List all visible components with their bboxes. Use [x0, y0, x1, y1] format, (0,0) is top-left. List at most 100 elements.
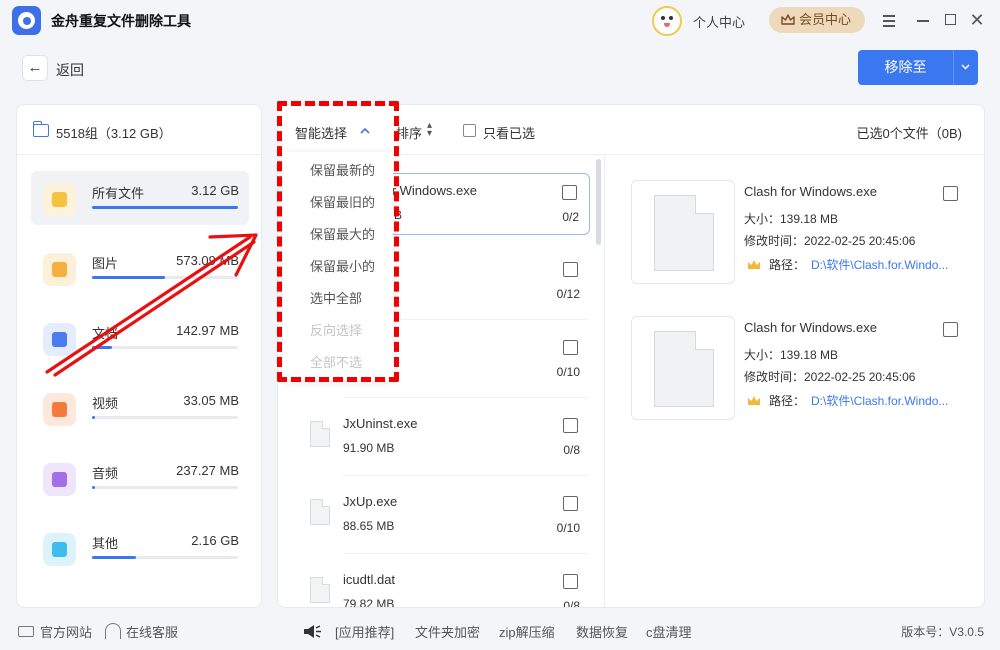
- file-selected-count: 0/10: [556, 365, 580, 379]
- app-title: 金舟重复文件删除工具: [51, 13, 191, 29]
- file-thumbnail: [631, 316, 735, 420]
- path-label: 路径：: [769, 258, 806, 272]
- file-checkbox[interactable]: [563, 574, 578, 589]
- monitor-icon: [18, 626, 34, 637]
- file-group-item[interactable]: icudtl.dat 79.82 MB 0/8: [298, 563, 590, 608]
- file-path-link[interactable]: D:\软件\Clash.for.Windo...: [811, 392, 948, 409]
- group-title: 5518组（3.12 GB）: [56, 126, 172, 141]
- only-selected-checkbox[interactable]: [463, 124, 476, 137]
- speaker-icon: [304, 625, 321, 638]
- scrollbar[interactable]: [596, 159, 601, 245]
- category-item[interactable]: 所有文件 3.12 GB: [31, 171, 249, 225]
- file-size: 88.65 MB: [343, 519, 395, 533]
- duplicate-file-card[interactable]: Clash for Windows.exe 大小：139.18 MB 修改时间：20…: [631, 180, 971, 285]
- category-size: 2.16 GB: [191, 533, 239, 548]
- minimize-icon[interactable]: [913, 10, 933, 30]
- audio-icon: [43, 463, 76, 496]
- app-logo-icon: [12, 6, 41, 35]
- file-checkbox[interactable]: [563, 262, 578, 277]
- selected-count: 已选0个文件（0B): [856, 126, 962, 141]
- detail-file-size: 大小：139.18 MB: [744, 212, 839, 226]
- file-group-item[interactable]: JxUp.exe 88.65 MB 0/10: [298, 485, 590, 554]
- category-progress: [92, 206, 238, 209]
- title-bar: 金舟重复文件删除工具 个人中心 会员中心 ✕: [0, 0, 1000, 40]
- footer-link-c-drive-clean[interactable]: c盘清理: [646, 622, 692, 641]
- avatar[interactable]: [652, 6, 682, 36]
- category-progress: [92, 556, 238, 559]
- file-name: icudtl.dat: [343, 572, 396, 587]
- back-label[interactable]: 返回: [56, 60, 84, 80]
- move-to-button[interactable]: 移除至: [858, 50, 978, 85]
- file-checkbox[interactable]: [943, 186, 958, 201]
- file-icon: [310, 499, 330, 525]
- sort-arrows-icon[interactable]: ▴ ▾: [427, 121, 432, 139]
- category-name: 所有文件: [92, 186, 145, 201]
- category-item[interactable]: 其他 2.16 GB: [31, 521, 249, 575]
- row-divider: [343, 397, 588, 398]
- personal-center-link[interactable]: 个人中心: [693, 12, 745, 31]
- file-size: 79.82 MB: [343, 597, 395, 608]
- row-divider: [343, 475, 588, 476]
- category-item[interactable]: 音频 237.27 MB: [31, 451, 249, 505]
- chevron-down-icon[interactable]: [961, 62, 970, 71]
- footer-link-zip[interactable]: zip解压缩: [499, 622, 555, 641]
- footer-link-folder-encrypt[interactable]: 文件夹加密: [415, 622, 480, 641]
- file-checkbox[interactable]: [563, 418, 578, 433]
- annotation-arrow: [45, 233, 258, 377]
- file-checkbox[interactable]: [563, 340, 578, 355]
- detail-modified-time: 修改时间：2022-02-25 20:45:06: [744, 234, 916, 248]
- video-icon: [43, 393, 76, 426]
- crown-icon: [748, 396, 760, 405]
- file-icon: [310, 577, 330, 603]
- menu-icon[interactable]: [879, 10, 899, 30]
- detail-file-size: 大小：139.18 MB: [744, 348, 839, 362]
- file-icon: [310, 421, 330, 447]
- version-label: 版本号：V3.0.5: [901, 625, 984, 639]
- file-checkbox[interactable]: [562, 185, 577, 200]
- button-divider: [953, 50, 954, 85]
- file-selected-count: 0/8: [563, 443, 580, 457]
- file-checkbox[interactable]: [943, 322, 958, 337]
- crown-icon: [781, 14, 795, 25]
- back-arrow-icon[interactable]: ←: [22, 55, 48, 81]
- vip-center-button[interactable]: 会员中心: [769, 7, 865, 33]
- row-divider: [343, 553, 588, 554]
- vip-center-label: 会员中心: [799, 12, 852, 27]
- file-icon: [654, 331, 714, 407]
- file-size: 91.90 MB: [343, 441, 395, 455]
- folder-open-icon: [32, 121, 49, 137]
- move-to-label: 移除至: [884, 59, 927, 75]
- sort-button[interactable]: 排序: [396, 123, 422, 142]
- category-size: 33.05 MB: [183, 393, 239, 408]
- category-name: 音频: [92, 466, 119, 481]
- only-selected-label[interactable]: 只看已选: [483, 123, 535, 142]
- duplicate-file-card[interactable]: Clash for Windows.exe 大小：139.18 MB 修改时间：20…: [631, 316, 971, 421]
- close-icon[interactable]: ✕: [967, 10, 987, 30]
- category-name: 视频: [92, 396, 119, 411]
- file-group-item[interactable]: JxUninst.exe 91.90 MB 0/8: [298, 407, 590, 476]
- app-recommend-label: [应用推荐]: [335, 625, 395, 640]
- file-selected-count: 0/10: [556, 521, 580, 535]
- file-thumbnail: [631, 180, 735, 284]
- detail-modified-time: 修改时间：2022-02-25 20:45:06: [744, 370, 916, 384]
- footer-link-data-recovery[interactable]: 数据恢复: [576, 622, 628, 641]
- file-checkbox[interactable]: [563, 496, 578, 511]
- category-progress: [92, 486, 238, 489]
- category-size: 237.27 MB: [176, 463, 239, 478]
- panel-divider: [604, 156, 605, 607]
- category-size: 3.12 GB: [191, 183, 239, 198]
- headset-icon: [105, 623, 121, 639]
- category-name: 其他: [92, 536, 119, 551]
- folder-icon: [43, 183, 76, 216]
- other-icon: [43, 533, 76, 566]
- footer: 官方网站 在线客服 [应用推荐] 文件夹加密 zip解压缩 数据恢复 c盘清理 …: [0, 612, 1000, 650]
- online-service-link[interactable]: 在线客服: [126, 622, 178, 641]
- category-item[interactable]: 视频 33.05 MB: [31, 381, 249, 435]
- maximize-icon[interactable]: [941, 10, 961, 30]
- official-site-link[interactable]: 官方网站: [40, 622, 92, 641]
- file-icon: [654, 195, 714, 271]
- group-header: 5518组（3.12 GB）: [17, 105, 261, 155]
- file-selected-count: 0/8: [563, 599, 580, 608]
- file-name: JxUp.exe: [343, 494, 398, 509]
- file-path-link[interactable]: D:\软件\Clash.for.Windo...: [811, 256, 948, 273]
